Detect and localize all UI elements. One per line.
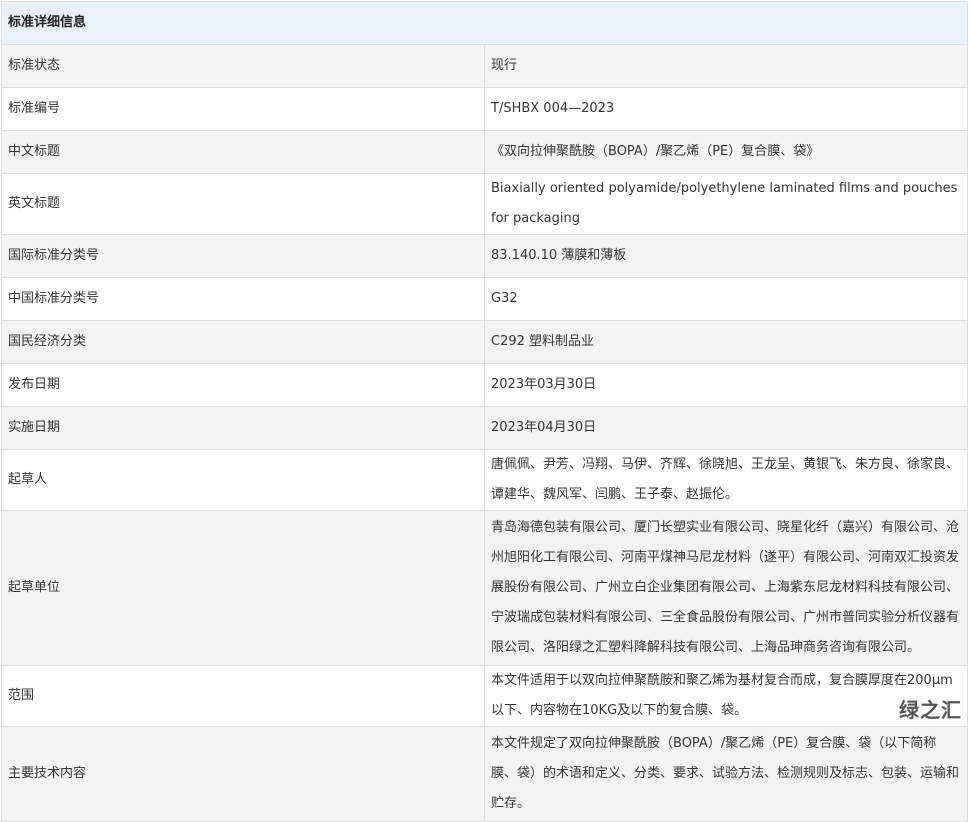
row-value: Biaxially oriented polyamide/polyethylen…: [484, 173, 968, 235]
row-chinese-title: 中文标题 《双向拉伸聚酰胺（BOPA）/聚乙烯（PE）复合膜、袋》: [1, 130, 968, 174]
row-label: 标准编号: [1, 87, 485, 131]
row-economy-class: 国民经济分类 C292 塑料制品业: [1, 320, 968, 364]
row-drafting-units: 起草单位 青岛海德包装有限公司、厦门长塑实业有限公司、晓星化纤（嘉兴）有限公司、…: [1, 510, 968, 666]
row-standard-number: 标准编号 T/SHBX 004—2023: [1, 87, 968, 131]
row-label: 中国标准分类号: [1, 277, 485, 321]
row-main-content: 主要技术内容 本文件规定了双向拉伸聚酰胺（BOPA）/聚乙烯（PE）复合膜、袋（…: [1, 726, 968, 822]
row-label: 范围: [1, 665, 485, 727]
row-value: 青岛海德包装有限公司、厦门长塑实业有限公司、晓星化纤（嘉兴）有限公司、沧州旭阳化…: [484, 510, 968, 666]
row-ccs-code: 中国标准分类号 G32: [1, 277, 968, 321]
row-label: 起草人: [1, 449, 485, 511]
row-value: 唐佩佩、尹芳、冯翔、马伊、齐辉、徐晓旭、王龙呈、黄银飞、朱方良、徐家良、谭建华、…: [484, 449, 968, 511]
row-label: 标准状态: [1, 44, 485, 88]
row-implement-date: 实施日期 2023年04月30日: [1, 406, 968, 450]
row-scope: 范围 本文件适用于以双向拉伸聚酰胺和聚乙烯为基材复合而成，复合膜厚度在200μm…: [1, 665, 968, 727]
row-value: 本文件规定了双向拉伸聚酰胺（BOPA）/聚乙烯（PE）复合膜、袋（以下简称膜、袋…: [484, 726, 968, 822]
row-label: 国际标准分类号: [1, 234, 485, 278]
row-value: G32: [484, 277, 968, 321]
standard-detail-table: 标准详细信息 标准状态 现行 标准编号 T/SHBX 004—2023 中文标题…: [1, 1, 968, 822]
row-label: 起草单位: [1, 510, 485, 666]
row-value: 2023年04月30日: [484, 406, 968, 450]
row-value: 本文件适用于以双向拉伸聚酰胺和聚乙烯为基材复合而成，复合膜厚度在200μm以下、…: [484, 665, 968, 727]
row-label: 中文标题: [1, 130, 485, 174]
row-label: 发布日期: [1, 363, 485, 407]
watermark-logo: 绿之汇: [897, 697, 964, 723]
row-value: 《双向拉伸聚酰胺（BOPA）/聚乙烯（PE）复合膜、袋》: [484, 130, 968, 174]
row-english-title: 英文标题 Biaxially oriented polyamide/polyet…: [1, 173, 968, 235]
row-drafters: 起草人 唐佩佩、尹芳、冯翔、马伊、齐辉、徐晓旭、王龙呈、黄银飞、朱方良、徐家良、…: [1, 449, 968, 511]
row-label: 主要技术内容: [1, 726, 485, 822]
row-ics-code: 国际标准分类号 83.140.10 薄膜和薄板: [1, 234, 968, 278]
row-status: 标准状态 现行: [1, 44, 968, 88]
row-value: 83.140.10 薄膜和薄板: [484, 234, 968, 278]
row-value: C292 塑料制品业: [484, 320, 968, 364]
row-label: 英文标题: [1, 173, 485, 235]
row-value: T/SHBX 004—2023: [484, 87, 968, 131]
table-header-row: 标准详细信息: [1, 1, 968, 45]
row-value: 2023年03月30日: [484, 363, 968, 407]
row-value: 现行: [484, 44, 968, 88]
row-label: 实施日期: [1, 406, 485, 450]
row-label: 国民经济分类: [1, 320, 485, 364]
section-title: 标准详细信息: [1, 1, 968, 45]
row-publish-date: 发布日期 2023年03月30日: [1, 363, 968, 407]
